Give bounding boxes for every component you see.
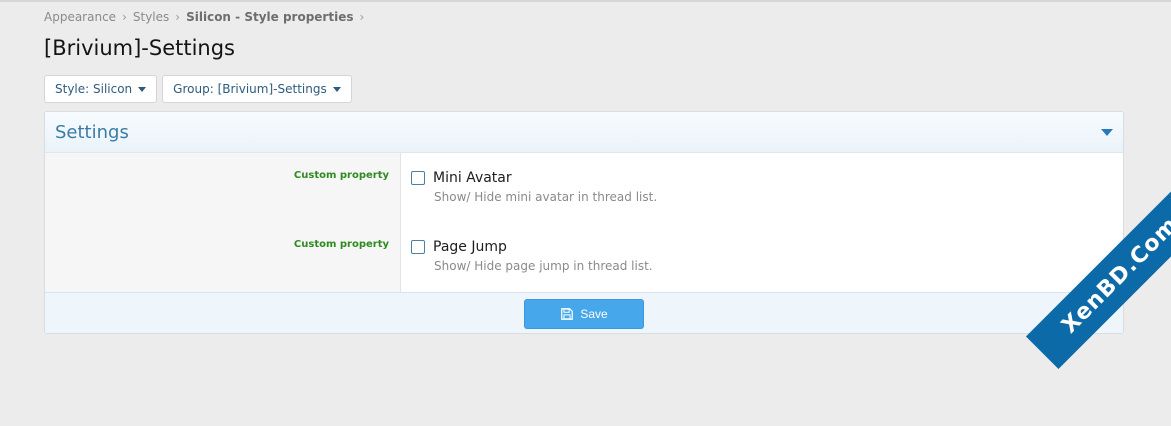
breadcrumb: Appearance › Styles › Silicon - Style pr… bbox=[44, 10, 370, 24]
panel-header[interactable]: Settings bbox=[45, 112, 1123, 153]
save-button-label: Save bbox=[580, 306, 608, 321]
collapse-toggle-icon[interactable] bbox=[1101, 128, 1113, 136]
option-mini-avatar: Mini Avatar Show/ Hide mini avatar in th… bbox=[411, 170, 657, 204]
chevron-down-icon bbox=[138, 86, 147, 92]
style-filter-label: Style: Silicon bbox=[55, 82, 133, 96]
breadcrumb-style-properties[interactable]: Silicon - Style properties bbox=[186, 10, 353, 24]
breadcrumb-separator: › bbox=[122, 10, 127, 24]
page-title: [Brivium]-Settings bbox=[44, 36, 235, 60]
group-filter-button[interactable]: Group: [Brivium]-Settings bbox=[162, 75, 352, 103]
mini-avatar-hint: Show/ Hide mini avatar in thread list. bbox=[434, 190, 658, 204]
filter-bar: Style: Silicon Group: [Brivium]-Settings bbox=[44, 75, 352, 103]
option-page-jump: Page Jump Show/ Hide page jump in thread… bbox=[411, 239, 653, 273]
breadcrumb-separator: › bbox=[359, 10, 365, 24]
save-icon bbox=[561, 307, 574, 320]
panel-title: Settings bbox=[55, 121, 129, 143]
breadcrumb-appearance[interactable]: Appearance bbox=[44, 10, 116, 24]
mini-avatar-checkbox[interactable] bbox=[411, 171, 425, 185]
page-jump-hint: Show/ Hide page jump in thread list. bbox=[434, 259, 653, 273]
style-filter-button[interactable]: Style: Silicon bbox=[44, 75, 158, 103]
page-jump-label[interactable]: Page Jump bbox=[433, 239, 507, 255]
panel-footer: Save bbox=[45, 292, 1123, 333]
save-button[interactable]: Save bbox=[524, 298, 644, 329]
group-filter-label: Group: [Brivium]-Settings bbox=[173, 82, 327, 96]
property-rows: Custom property Custom property Mini Ava… bbox=[45, 153, 1123, 292]
property-label: Custom property bbox=[293, 170, 389, 181]
property-label: Custom property bbox=[293, 239, 389, 250]
breadcrumb-styles[interactable]: Styles bbox=[133, 10, 169, 24]
settings-panel: Settings Custom property Custom property… bbox=[44, 111, 1124, 334]
breadcrumb-separator: › bbox=[175, 10, 181, 24]
page-jump-checkbox[interactable] bbox=[411, 240, 425, 254]
label-column: Custom property Custom property bbox=[45, 153, 401, 292]
mini-avatar-label[interactable]: Mini Avatar bbox=[433, 170, 512, 186]
chevron-down-icon bbox=[332, 86, 341, 92]
options-column: Mini Avatar Show/ Hide mini avatar in th… bbox=[401, 153, 1123, 292]
